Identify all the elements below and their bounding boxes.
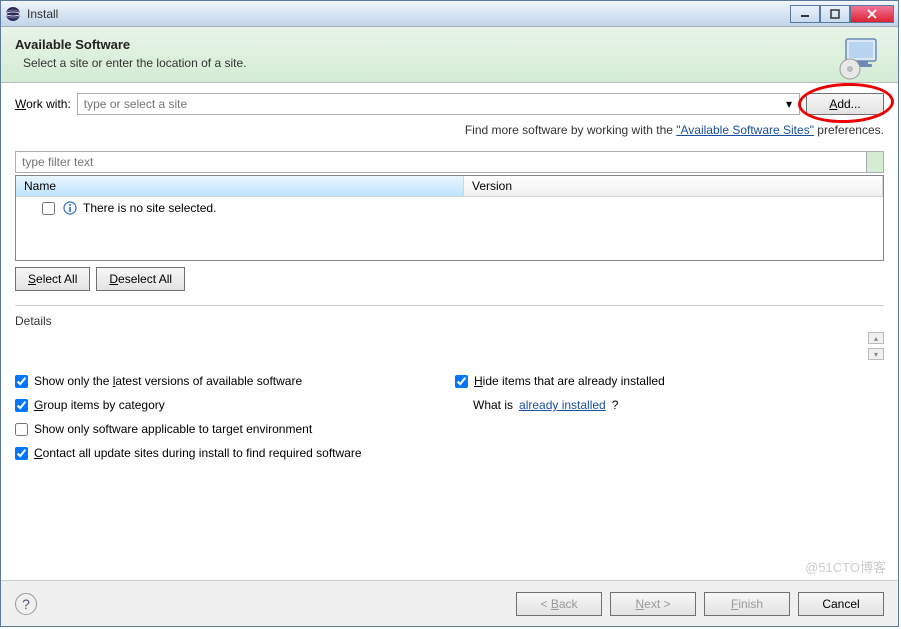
watermark: @51CTO博客 bbox=[805, 557, 886, 576]
dropdown-arrow-icon[interactable]: ▾ bbox=[780, 95, 798, 113]
filter-end-stub bbox=[866, 151, 884, 173]
details-box: ▴ ▾ bbox=[15, 332, 884, 360]
window-title: Install bbox=[27, 7, 790, 21]
wizard-subtitle: Select a site or enter the location of a… bbox=[15, 56, 884, 70]
install-window: Install Available Software Select a site… bbox=[0, 0, 899, 627]
button-bar: ? < Back Next > Finish Cancel bbox=[1, 580, 898, 626]
table-body: There is no site selected. bbox=[16, 197, 883, 219]
opt-hide: Hide items that are already installed bbox=[455, 374, 884, 388]
wizard-title: Available Software bbox=[15, 37, 884, 52]
chk-group[interactable] bbox=[15, 399, 28, 412]
select-all-button[interactable]: Select All bbox=[15, 267, 90, 291]
close-button[interactable] bbox=[850, 5, 894, 23]
details-scroll: ▴ ▾ bbox=[868, 332, 884, 360]
work-with-row: Work with: ▾ Add... bbox=[15, 93, 884, 115]
scroll-down-icon[interactable]: ▾ bbox=[868, 348, 884, 360]
empty-message: There is no site selected. bbox=[83, 201, 216, 215]
options: Show only the latest versions of availab… bbox=[15, 374, 884, 460]
selection-buttons: Select All Deselect All bbox=[15, 267, 884, 291]
next-button[interactable]: Next > bbox=[610, 592, 696, 616]
tip-line: Find more software by working with the "… bbox=[15, 123, 884, 137]
col-name[interactable]: Name bbox=[16, 176, 464, 196]
add-button-wrapper: Add... bbox=[806, 93, 884, 115]
minimize-button[interactable] bbox=[790, 5, 820, 23]
titlebar: Install bbox=[1, 1, 898, 27]
back-button[interactable]: < Back bbox=[516, 592, 602, 616]
table-row: There is no site selected. bbox=[16, 197, 883, 219]
opt-contact: Contact all update sites during install … bbox=[15, 446, 884, 460]
opt-latest: Show only the latest versions of availab… bbox=[15, 374, 455, 388]
chk-contact[interactable] bbox=[15, 447, 28, 460]
deselect-all-button[interactable]: Deselect All bbox=[96, 267, 185, 291]
chk-latest[interactable] bbox=[15, 375, 28, 388]
col-version[interactable]: Version bbox=[464, 176, 883, 196]
opt-group: Group items by category bbox=[15, 398, 455, 412]
filter-input[interactable] bbox=[15, 151, 866, 173]
add-button[interactable]: Add... bbox=[806, 93, 884, 115]
scroll-up-icon[interactable]: ▴ bbox=[868, 332, 884, 344]
filter-wrap bbox=[15, 151, 884, 173]
install-icon bbox=[836, 33, 884, 81]
table-header: Name Version bbox=[16, 176, 883, 197]
cancel-button[interactable]: Cancel bbox=[798, 592, 884, 616]
already-installed-link[interactable]: already installed bbox=[519, 398, 606, 412]
help-icon[interactable]: ? bbox=[15, 593, 37, 615]
window-buttons bbox=[790, 5, 894, 23]
details-label: Details bbox=[15, 314, 884, 328]
software-table: Name Version There is no site selected. bbox=[15, 175, 884, 261]
chk-applicable[interactable] bbox=[15, 423, 28, 436]
finish-button[interactable]: Finish bbox=[704, 592, 790, 616]
available-software-sites-link[interactable]: "Available Software Sites" bbox=[676, 123, 814, 137]
content-area: Work with: ▾ Add... Find more software b… bbox=[1, 83, 898, 460]
details-section: Details ▴ ▾ bbox=[15, 305, 884, 360]
work-with-input[interactable] bbox=[77, 93, 800, 115]
work-with-label: Work with: bbox=[15, 97, 71, 111]
work-with-combo[interactable]: ▾ bbox=[77, 93, 800, 115]
info-icon bbox=[63, 201, 77, 215]
opt-applicable: Show only software applicable to target … bbox=[15, 422, 884, 436]
maximize-button[interactable] bbox=[820, 5, 850, 23]
wizard-header: Available Software Select a site or ente… bbox=[1, 27, 898, 83]
opt-whatis: What is already installed? bbox=[455, 398, 884, 412]
row-checkbox[interactable] bbox=[42, 202, 55, 215]
eclipse-icon bbox=[5, 6, 21, 22]
chk-hide[interactable] bbox=[455, 375, 468, 388]
